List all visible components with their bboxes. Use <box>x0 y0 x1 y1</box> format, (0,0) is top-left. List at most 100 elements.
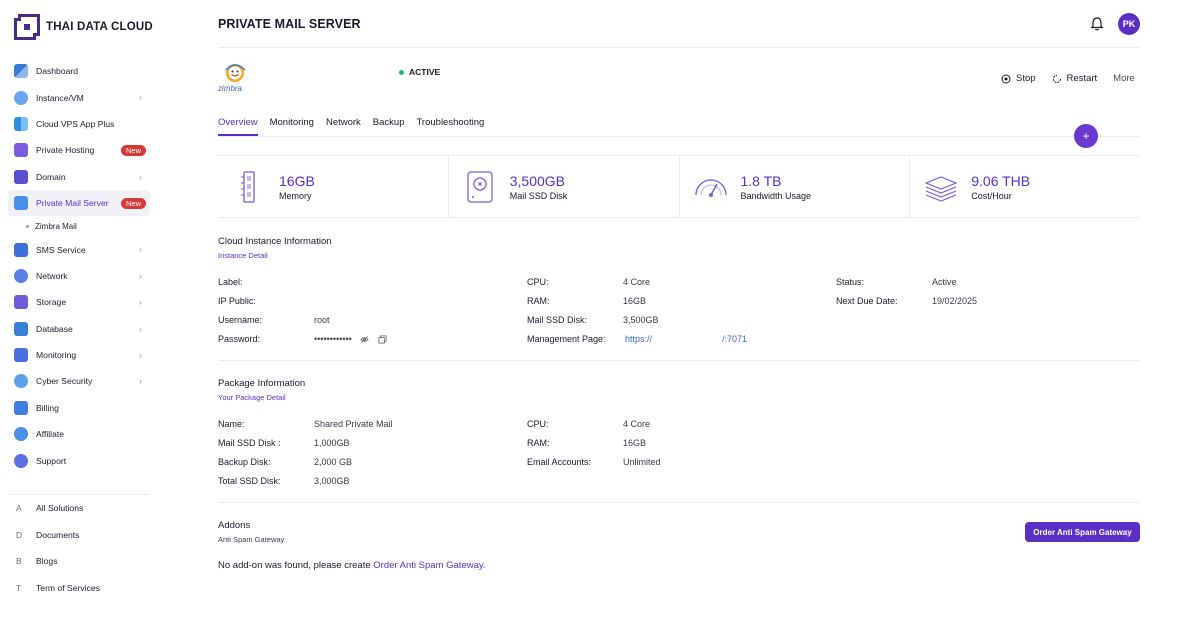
sidebar-item-label: Storage <box>36 297 67 308</box>
package-disk-value: 1,000GB <box>314 438 350 448</box>
sidebar-item-private-mail-server[interactable]: Private Mail Server New <box>8 189 150 217</box>
password-value: •••••••••••• <box>314 334 352 344</box>
sidebar-item-label: Cyber Security <box>36 376 93 387</box>
sidebar-item-cyber-security[interactable]: Cyber Security › <box>8 368 150 394</box>
stop-label: Stop <box>1016 73 1036 84</box>
sidebar-item-label: Billing <box>36 402 59 413</box>
more-label: More <box>1113 73 1135 84</box>
footer-item-blogs[interactable]: B Blogs <box>8 548 150 575</box>
package-backup-value: 2,000 GB <box>314 457 353 467</box>
order-anti-spam-link[interactable]: Order Anti Spam Gateway. <box>373 560 485 571</box>
management-link[interactable]: https:// /:7071 <box>625 334 747 344</box>
sidebar-item-database[interactable]: Database › <box>8 316 150 342</box>
sidebar-item-label: Database <box>36 323 73 334</box>
network-icon <box>14 268 28 283</box>
stop-button[interactable]: Stop <box>1001 73 1036 84</box>
domain-icon <box>14 169 28 184</box>
add-button[interactable]: + <box>1074 124 1098 148</box>
footer-item-documents[interactable]: D Documents <box>8 522 150 549</box>
package-ram-value: 16GB <box>623 438 647 448</box>
footer-item-all-solutions[interactable]: A All Solutions <box>8 495 150 522</box>
new-badge: New <box>120 197 146 209</box>
instance-section-subtitle: Instance Detail <box>218 251 268 260</box>
sidebar-item-sms[interactable]: SMS Service › <box>8 236 150 262</box>
brand[interactable]: THAI DATA CLOUD <box>14 14 153 40</box>
label-key: Label: <box>218 277 243 287</box>
sidebar-item-storage[interactable]: Storage › <box>8 289 150 315</box>
action-bar: Stop Restart More <box>1001 73 1135 84</box>
tab-network[interactable]: Network <box>326 117 361 136</box>
stat-disk: 3,500GB Mail SSD Disk <box>449 156 680 217</box>
apps-icon <box>14 116 28 131</box>
sidebar-item-private-hosting[interactable]: Private Hosting New <box>8 137 150 163</box>
package-cpu-key: CPU: <box>527 419 549 429</box>
management-link-prefix: https:// <box>625 334 653 344</box>
ram-key: RAM: <box>527 296 550 306</box>
package-name-key: Name: <box>218 419 245 429</box>
tab-backup[interactable]: Backup <box>373 117 405 136</box>
ip-key: IP Public: <box>218 296 256 306</box>
sidebar-subitem-zimbra-mail[interactable]: Zimbra Mail <box>8 216 150 236</box>
footer-letter: A <box>16 503 22 514</box>
tab-divider <box>218 136 1140 137</box>
sidebar-item-instance[interactable]: Instance/VM › <box>8 84 150 110</box>
cpu-key: CPU: <box>527 277 549 287</box>
security-icon <box>14 374 28 389</box>
section-divider <box>218 502 1140 503</box>
package-total-value: 3,000GB <box>314 476 350 486</box>
tab-monitoring[interactable]: Monitoring <box>270 117 314 136</box>
sidebar-item-domain[interactable]: Domain › <box>8 164 150 190</box>
addons-section-subtitle: Anti Spam Gateway <box>218 535 285 544</box>
disk-key: Mail SSD Disk: <box>527 315 588 325</box>
tab-bar: Overview Monitoring Network Backup Troub… <box>218 117 496 136</box>
billing-icon <box>14 400 28 415</box>
stats-panel: 16GB Memory 3,500GB Mail SSD Disk 1.8 TB… <box>218 155 1140 218</box>
stat-value: 9.06 THB <box>971 172 1031 189</box>
tab-troubleshooting[interactable]: Troubleshooting <box>416 117 484 136</box>
username-key: Username: <box>218 315 263 325</box>
sidebar-nav: Dashboard Instance/VM › Cloud VPS App Pl… <box>8 58 150 474</box>
stat-value: 1.8 TB <box>740 172 782 189</box>
cloud-icon <box>14 90 28 105</box>
tab-overview[interactable]: Overview <box>218 117 258 136</box>
brand-name: THAI DATA CLOUD <box>46 21 153 33</box>
more-button[interactable]: More <box>1113 73 1135 84</box>
copy-icon[interactable] <box>378 335 387 344</box>
stat-label: Memory <box>279 190 312 201</box>
disk-icon <box>467 170 493 203</box>
instance-section-title: Cloud Instance Information <box>218 236 332 247</box>
cpu-value: 4 Core <box>623 277 651 287</box>
package-name-value: Shared Private Mail <box>314 419 393 429</box>
eye-off-icon[interactable] <box>360 335 369 344</box>
stat-label: Bandwidth Usage <box>740 190 812 201</box>
sidebar-item-billing[interactable]: Billing <box>8 395 150 421</box>
sidebar-item-affiliate[interactable]: Affiliate <box>8 421 150 447</box>
sidebar-item-label: Dashboard <box>36 66 79 77</box>
sidebar-item-network[interactable]: Network › <box>8 263 150 289</box>
package-cpu-value: 4 Core <box>623 419 651 429</box>
chevron-right-icon: › <box>139 92 142 103</box>
sidebar-item-dashboard[interactable]: Dashboard <box>8 58 150 84</box>
chevron-right-icon: › <box>139 349 142 360</box>
restart-button[interactable]: Restart <box>1052 73 1097 84</box>
sidebar: THAI DATA CLOUD Dashboard Instance/VM › … <box>0 0 158 623</box>
sidebar-item-support[interactable]: Support <box>8 447 150 473</box>
package-ram-key: RAM: <box>527 438 550 448</box>
order-anti-spam-button[interactable]: Order Anti Spam Gateway <box>1025 522 1140 542</box>
chevron-right-icon: › <box>139 171 142 182</box>
chevron-right-icon: › <box>139 297 142 308</box>
storage-icon <box>14 295 28 310</box>
sidebar-item-monitoring[interactable]: Monitoring › <box>8 342 150 368</box>
package-email-value: Unlimited <box>623 457 661 467</box>
avatar[interactable]: PK <box>1118 13 1140 35</box>
package-total-key: Total SSD Disk: <box>218 476 281 486</box>
package-section-subtitle: Your Package Detail <box>218 393 286 402</box>
stat-label: Cost/Hour <box>971 190 1012 201</box>
footer-item-terms[interactable]: T Term of Services <box>8 575 150 602</box>
sidebar-subitem-label: Zimbra Mail <box>35 221 77 231</box>
bell-icon[interactable] <box>1089 16 1105 32</box>
stat-value: 16GB <box>279 172 315 189</box>
sidebar-footer-nav: A All Solutions D Documents B Blogs T Te… <box>8 494 150 601</box>
sidebar-item-cloud-vps[interactable]: Cloud VPS App Plus <box>8 111 150 137</box>
username-value: root <box>314 315 330 325</box>
